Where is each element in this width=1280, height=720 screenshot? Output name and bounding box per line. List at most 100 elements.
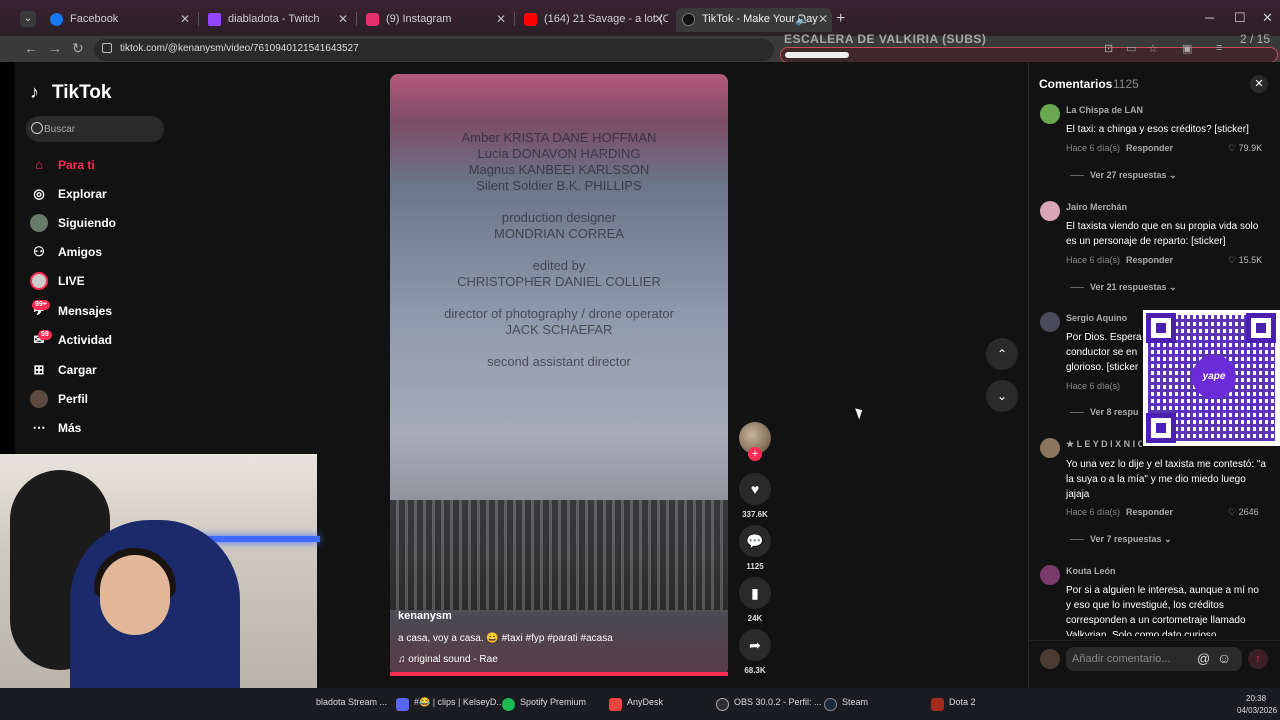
comment-author[interactable]: ★ L E Y D I X N I C (1066, 439, 1142, 450)
comment-likes[interactable]: ♡ 79.9K (1228, 143, 1262, 154)
share-button[interactable]: ➦ (739, 629, 771, 661)
view-replies-button[interactable]: Ver 21 respuestas ⌄ (1070, 282, 1177, 293)
close-comments-icon[interactable]: ✕ (1250, 75, 1268, 93)
reply-button[interactable]: Responder (1126, 143, 1173, 153)
comment-button[interactable]: 💬 (739, 525, 771, 557)
comment-author[interactable]: Kouta León (1066, 566, 1116, 576)
sidebar-item-actividad[interactable]: ✉ Actividad (30, 331, 180, 353)
translate-icon[interactable]: ⊡ (1104, 42, 1116, 55)
sidebar-item-explorar[interactable]: ◎ Explorar (30, 185, 180, 207)
video-credit-line: second assistant director (487, 354, 631, 369)
taskbar-item-steam[interactable]: Steam (824, 697, 868, 713)
reply-button[interactable]: Responder (1126, 255, 1173, 265)
tab-title: (9) Instagram (386, 13, 452, 25)
bookmark-star-icon[interactable]: ☆ (1148, 42, 1160, 55)
taskbar-item-stream[interactable]: bladota Stream ... (300, 697, 387, 713)
tab-tiktok[interactable]: TikTok - Make Your Day 🔈 ✕ (676, 8, 832, 32)
sidebar-item-label: Amigos (58, 245, 103, 259)
discord-icon (396, 698, 409, 711)
reload-icon[interactable]: ↻ (72, 40, 84, 57)
comment-author[interactable]: Sergio Aquino (1066, 313, 1127, 323)
follow-plus-icon[interactable]: + (748, 447, 762, 461)
view-replies-button[interactable]: Ver 27 respuestas ⌄ (1070, 170, 1177, 181)
minimize-icon[interactable]: ─ (1205, 10, 1214, 25)
forward-icon[interactable]: → (48, 40, 62, 56)
sidebar-item-cargar[interactable]: ⊞ Cargar (30, 361, 180, 383)
comment-avatar[interactable] (1040, 438, 1060, 458)
sidebar-item-siguiendo[interactable]: Siguiendo (30, 214, 180, 236)
emoji-icon[interactable]: ☺ (1217, 650, 1231, 666)
tiktok-logo[interactable]: TikTok (52, 82, 111, 104)
next-video-button[interactable]: ⌄ (986, 380, 1018, 412)
like-button[interactable]: ♥ (739, 473, 771, 505)
sidebar-item-live[interactable]: LIVE (30, 272, 180, 294)
tab-search-button[interactable]: ⌄ (20, 11, 36, 27)
maximize-icon[interactable]: ☐ (1234, 10, 1246, 26)
search-input[interactable] (44, 117, 159, 141)
sidebar-item-perfil[interactable]: Perfil (30, 390, 180, 412)
comment-likes[interactable]: ♡ 15.5K (1228, 255, 1262, 266)
taskbar-item-spotify[interactable]: Spotify Premium (502, 697, 586, 713)
window-close-icon[interactable]: ✕ (1262, 10, 1273, 26)
clock-date[interactable]: 04/03/2026 (1237, 706, 1277, 715)
video-caption[interactable]: a casa, voy a casa. 😄 #taxi #fyp #parati… (398, 633, 613, 644)
comment-avatar[interactable] (1040, 312, 1060, 332)
reply-button[interactable]: Responder (1126, 507, 1173, 517)
close-tab-icon[interactable]: ✕ (818, 8, 828, 30)
tab-twitch[interactable]: diabladota - Twitch ✕ (202, 8, 352, 32)
video-credit-line: production designer (501, 210, 617, 225)
comment-avatar[interactable] (1040, 201, 1060, 221)
comment-input[interactable] (1066, 647, 1242, 671)
audio-playing-icon[interactable]: 🔈 (795, 8, 810, 30)
taskbar-item-dota[interactable]: Dota 2 (931, 697, 976, 713)
taskbar-item-discord[interactable]: #😂 | clips | KelseyD... (396, 697, 504, 713)
close-tab-icon[interactable]: ✕ (654, 8, 664, 30)
stream-goal-count: 2 / 15 (1240, 32, 1271, 46)
new-tab-button[interactable]: + (836, 10, 845, 28)
video-car-grille (390, 500, 728, 610)
tab-facebook[interactable]: Facebook ✕ (44, 8, 194, 32)
close-tab-icon[interactable]: ✕ (180, 8, 190, 30)
live-icon (30, 272, 48, 290)
menu-icon[interactable]: ≡ (1216, 42, 1228, 54)
comment-text: Por Dios. Espera conductor se en glorios… (1066, 332, 1142, 373)
obs-icon (716, 698, 729, 711)
video-author[interactable]: kenanysm (398, 610, 452, 622)
clock-time[interactable]: 20:38 (1246, 694, 1266, 703)
sidebar-item-para-ti[interactable]: ⌂ Para ti (30, 156, 180, 178)
extensions-icon[interactable]: ▣ (1182, 42, 1194, 55)
tab-youtube[interactable]: (164) 21 Savage - a lot (Official ✕ (518, 8, 668, 32)
sidebar-item-amigos[interactable]: ⚇ Amigos (30, 243, 180, 265)
comment-author[interactable]: Jairo Merchán (1066, 202, 1127, 212)
taskbar-label: Spotify Premium (520, 697, 587, 707)
comment-likes[interactable]: ♡ 2646 (1228, 507, 1259, 518)
sidebar-item-label: Mensajes (58, 304, 113, 318)
site-info-icon[interactable] (102, 43, 112, 53)
video-progress-bar[interactable] (390, 672, 728, 676)
comment-avatar[interactable] (1040, 104, 1060, 124)
previous-video-button[interactable]: ⌃ (986, 338, 1018, 370)
taskbar-item-anydesk[interactable]: AnyDesk (609, 697, 663, 713)
send-icon[interactable]: ↑ (1248, 649, 1268, 669)
save-button[interactable]: ▮ (739, 577, 771, 609)
comment-author[interactable]: La Chispa de LAN (1066, 105, 1143, 115)
tab-instagram[interactable]: (9) Instagram ✕ (360, 8, 510, 32)
close-tab-icon[interactable]: ✕ (338, 8, 348, 30)
video-sound[interactable]: ♫ original sound - Rae (398, 654, 498, 665)
sidebar-item-mensajes[interactable]: ✈ Mensajes (30, 302, 180, 324)
stream-goal-progress-fill (785, 52, 849, 58)
url-text[interactable]: tiktok.com/@kenanysm/video/7610940121541… (120, 43, 359, 54)
view-replies-button[interactable]: Ver 8 respu (1070, 407, 1139, 417)
mention-icon[interactable]: @ (1197, 651, 1210, 666)
sidebar-item-mas[interactable]: ⋯ Más (30, 419, 180, 441)
view-replies-button[interactable]: Ver 7 respuestas ⌄ (1070, 534, 1172, 545)
comment-text: El taxista viendo que en su propia vida … (1066, 221, 1259, 247)
tiktok-logo-icon[interactable]: ♪ (30, 82, 39, 103)
compass-icon: ◎ (33, 186, 45, 201)
back-icon[interactable]: ← (24, 40, 38, 56)
close-tab-icon[interactable]: ✕ (496, 8, 506, 30)
video-credit-line (390, 194, 728, 210)
taskbar-item-obs[interactable]: OBS 30.0.2 - Perfil: ... (716, 697, 822, 713)
cast-icon[interactable]: ▭ (1126, 42, 1138, 55)
messages-badge: 99+ (32, 300, 50, 310)
